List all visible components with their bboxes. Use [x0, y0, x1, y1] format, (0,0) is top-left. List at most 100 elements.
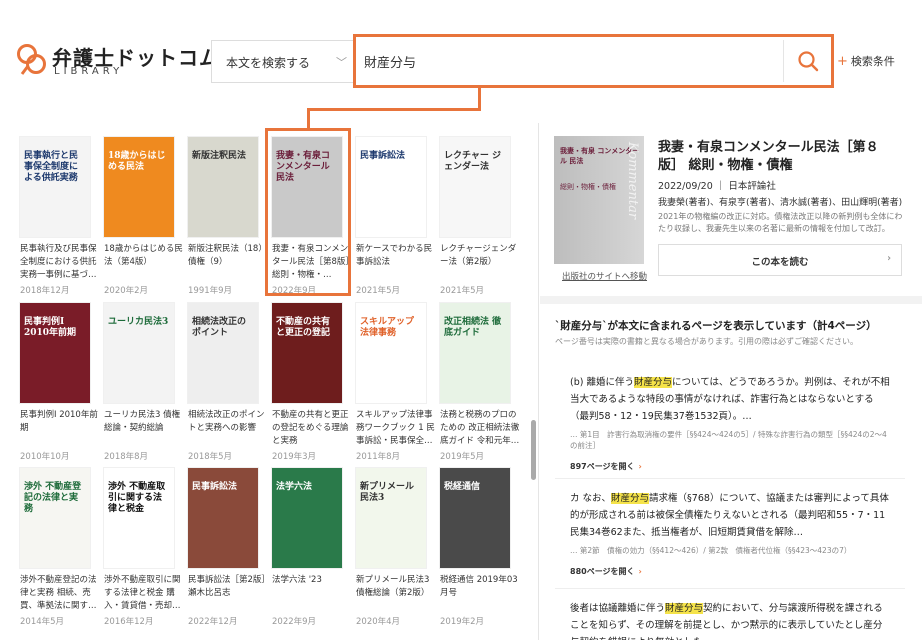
advanced-search-link[interactable]: + 検索条件 [837, 53, 895, 69]
book-card[interactable]: 法学六法 法学六法 '23 2022年9月 [272, 468, 352, 627]
book-card[interactable]: レクチャー ジェンダー法レクチャージェンダー法（第2版） 2021年5月 [440, 137, 520, 296]
book-date: 2021年5月 [440, 286, 485, 296]
hit-snippet: 後者は協議離婚に伴う財産分与契約において、分与譲渡所得税を課されることを知らず、… [570, 600, 890, 640]
selected-book-highlight [265, 128, 351, 296]
search-hit: 後者は協議離婚に伴う財産分与契約において、分与譲渡所得税を課されることを知らず、… [570, 600, 890, 640]
book-title: スキルアップ法律事務ワークブック 1 民事訴訟・民事保全… [356, 410, 435, 446]
hit-keyword: 財産分与 [665, 603, 704, 614]
book-title: 新ケースでわかる民事訴訟法 [356, 244, 433, 267]
open-page-link[interactable]: 897ページを開く › [570, 461, 890, 472]
book-cover: 民事訴訟法 [356, 137, 426, 237]
hit-keyword: 財産分与 [611, 493, 650, 504]
book-card[interactable]: 相続法改正のポイント 相続法改正のポイントと実務への影響 2018年5月 [188, 303, 268, 462]
book-card[interactable]: 民事判例Ⅰ 2010年前期 民事判例Ⅰ 2010年前期 2010年10月 [20, 303, 100, 462]
hit-path: … 第1目 詐害行為取消権の要件［§§424〜424の5］/ 特殊な詐害行為の類… [570, 430, 887, 450]
book-cover-text: 渉外 不動産登記の法律と実務 [24, 482, 82, 514]
book-card[interactable]: 新プリメール民法3 新プリメール民法3 債権総論（第2版） 2020年4月 [356, 468, 436, 627]
search-scope-select[interactable]: 本文を検索する ﹀ [211, 40, 357, 83]
book-cover: ユーリカ民法3 [104, 303, 174, 403]
book-card[interactable]: 民事訴訟法 民事訴訟法［第2版］瀬木比呂志 2022年12月 [188, 468, 268, 627]
read-book-label: この本を読む [751, 257, 809, 268]
hit-snippet: カ なお、財産分与請求権（§768）について、協議または審判によって具体的が形成… [570, 490, 890, 541]
book-card[interactable]: スキルアップ 法律事務スキルアップ法律事務ワークブック 1 民事訴訟・民事保全…… [356, 303, 436, 462]
book-card[interactable]: 新版注釈民法 新版注釈民法（18）債権（9） 1991年9月 [188, 137, 268, 296]
search-icon [797, 51, 818, 72]
book-cover-text: 民事訴訟法 [360, 151, 406, 161]
book-cover-text: ユーリカ民法3 [108, 317, 169, 327]
book-card[interactable]: 税経通信税経通信 2019年03月号 2019年2月 [440, 468, 520, 627]
book-date: 2022年9月 [272, 617, 317, 627]
book-cover: 税経通信 [440, 468, 510, 568]
book-cover-text: 不動産の共有と更正の登記 [276, 317, 331, 338]
book-card[interactable]: 渉外 不動産取引に関する法律と税金 渉外不動産取引に関する法律と税金 購入・賃貸借… [104, 468, 184, 627]
book-title: 渉外不動産登記の法律と実務 相続、売買、準拠法に関す… [20, 575, 97, 611]
open-page-link[interactable]: 880ページを開く › [570, 566, 890, 577]
book-cover-text: 税経通信 [444, 482, 481, 492]
chevron-right-icon: › [887, 253, 891, 264]
scrollbar-thumb[interactable] [531, 420, 536, 480]
open-page-label: 880ページを開く [570, 567, 635, 576]
book-title: 民事訴訟法［第2版］瀬木比呂志 [188, 575, 266, 598]
hit-text-pre: (b) 離婚に伴う [570, 377, 634, 388]
chevron-right-icon: › [638, 462, 642, 471]
book-title: 民事執行及び民事保全制度における供託実務一事例に基づ… [20, 244, 97, 280]
book-cover: 18歳からはじめる民法 [104, 137, 174, 237]
book-title: 18歳からはじめる民法（第4版） [104, 244, 183, 267]
book-card[interactable]: 不動産の共有と更正の登記 不動産の共有と更正の登記をめぐる理論と実務 2019年3月 [272, 303, 352, 462]
book-title: 渉外不動産取引に関する法律と税金 購入・賃貸借・売却… [104, 575, 181, 611]
book-cover-text: レクチャー ジェンダー法 [444, 151, 502, 172]
book-date: 1991年9月 [188, 286, 233, 296]
search-scope-label: 本文を検索する [226, 56, 311, 70]
book-date: 2019年2月 [440, 617, 485, 627]
book-cover-text: スキルアップ 法律事務 [360, 317, 415, 338]
book-card[interactable]: 民事執行と民事保全制度による供託実務民事執行及び民事保全制度における供託実務一事… [20, 137, 100, 296]
detail-book-cover: 我妻・有泉 コンメンタール 民法 総則・物権・債権 Kommentar [554, 136, 644, 264]
book-title: ユーリカ民法3 債権総論・契約総論 [104, 410, 181, 433]
site-logo[interactable]: 弁護士ドットコム LIBRARY [16, 40, 219, 80]
hit-text-pre: 後者は協議離婚に伴う [570, 603, 666, 614]
panel-divider [538, 123, 539, 640]
book-title: レクチャージェンダー法（第2版） [440, 244, 517, 267]
detail-date: 2022/09/20 [658, 181, 713, 192]
hit-text-pre: カ なお、 [570, 493, 612, 504]
search-input[interactable] [364, 47, 774, 75]
book-card[interactable]: 18歳からはじめる民法 18歳からはじめる民法（第4版） 2020年2月 [104, 137, 184, 296]
book-date: 2018年5月 [188, 452, 233, 462]
book-title: 相続法改正のポイントと実務への影響 [188, 410, 265, 433]
book-cover: 改正相続法 徹底ガイド [440, 303, 510, 403]
book-cover-text: 民事訴訟法 [192, 482, 238, 492]
book-cover-text: 民事判例Ⅰ 2010年前期 [24, 317, 77, 338]
publisher-site-link[interactable]: 出版社のサイトへ移動 [562, 270, 647, 282]
hit-separator [555, 588, 905, 589]
book-title: 民事判例Ⅰ 2010年前期 [20, 410, 98, 433]
book-card[interactable]: 渉外 不動産登記の法律と実務渉外不動産登記の法律と実務 相続、売買、準拠法に関す… [20, 468, 100, 627]
read-book-button[interactable]: この本を読む › [658, 244, 902, 276]
highlight-connector [307, 108, 310, 130]
book-card[interactable]: 改正相続法 徹底ガイド法務と税務のプロのための 改正相続法徹底ガイド 令和元年…… [440, 303, 520, 462]
detail-cover-sub: 総則・物権・債権 [560, 183, 616, 191]
book-cover: 法学六法 [272, 468, 342, 568]
book-cover: スキルアップ 法律事務 [356, 303, 426, 403]
book-date: 2018年8月 [104, 452, 149, 462]
book-date: 2021年5月 [356, 286, 401, 296]
results-note: ページ番号は実際の書籍と異なる場合があります。引用の際は必ずご確認ください。 [555, 337, 859, 346]
book-cover-text: 18歳からはじめる民法 [108, 151, 166, 172]
advanced-search-label: 検索条件 [850, 55, 895, 68]
book-date: 2020年4月 [356, 617, 401, 627]
book-cover-text: 民事執行と民事保全制度による供託実務 [24, 151, 79, 183]
detail-cover-script: Kommentar [625, 142, 640, 220]
book-title: 法務と税務のプロのための 改正相続法徹底ガイド 令和元年… [440, 410, 520, 446]
book-card[interactable]: ユーリカ民法3 ユーリカ民法3 債権総論・契約総論 2018年8月 [104, 303, 184, 462]
search-button[interactable] [783, 40, 831, 82]
chevron-down-icon: ﹀ [336, 56, 347, 69]
book-date: 2011年8月 [356, 452, 401, 462]
book-title: 不動産の共有と更正の登記をめぐる理論と実務 [272, 410, 349, 446]
logo-icon [17, 44, 46, 75]
book-date: 2010年10月 [20, 452, 70, 462]
book-card[interactable]: 民事訴訟法新ケースでわかる民事訴訟法 2021年5月 [356, 137, 436, 296]
book-title: 新プリメール民法3 債権総論（第2版） [356, 575, 430, 598]
book-title: 税経通信 2019年03月号 [440, 575, 518, 598]
hit-separator [555, 478, 905, 479]
book-cover: 新版注釈民法 [188, 137, 258, 237]
book-date: 2018年12月 [20, 286, 70, 296]
